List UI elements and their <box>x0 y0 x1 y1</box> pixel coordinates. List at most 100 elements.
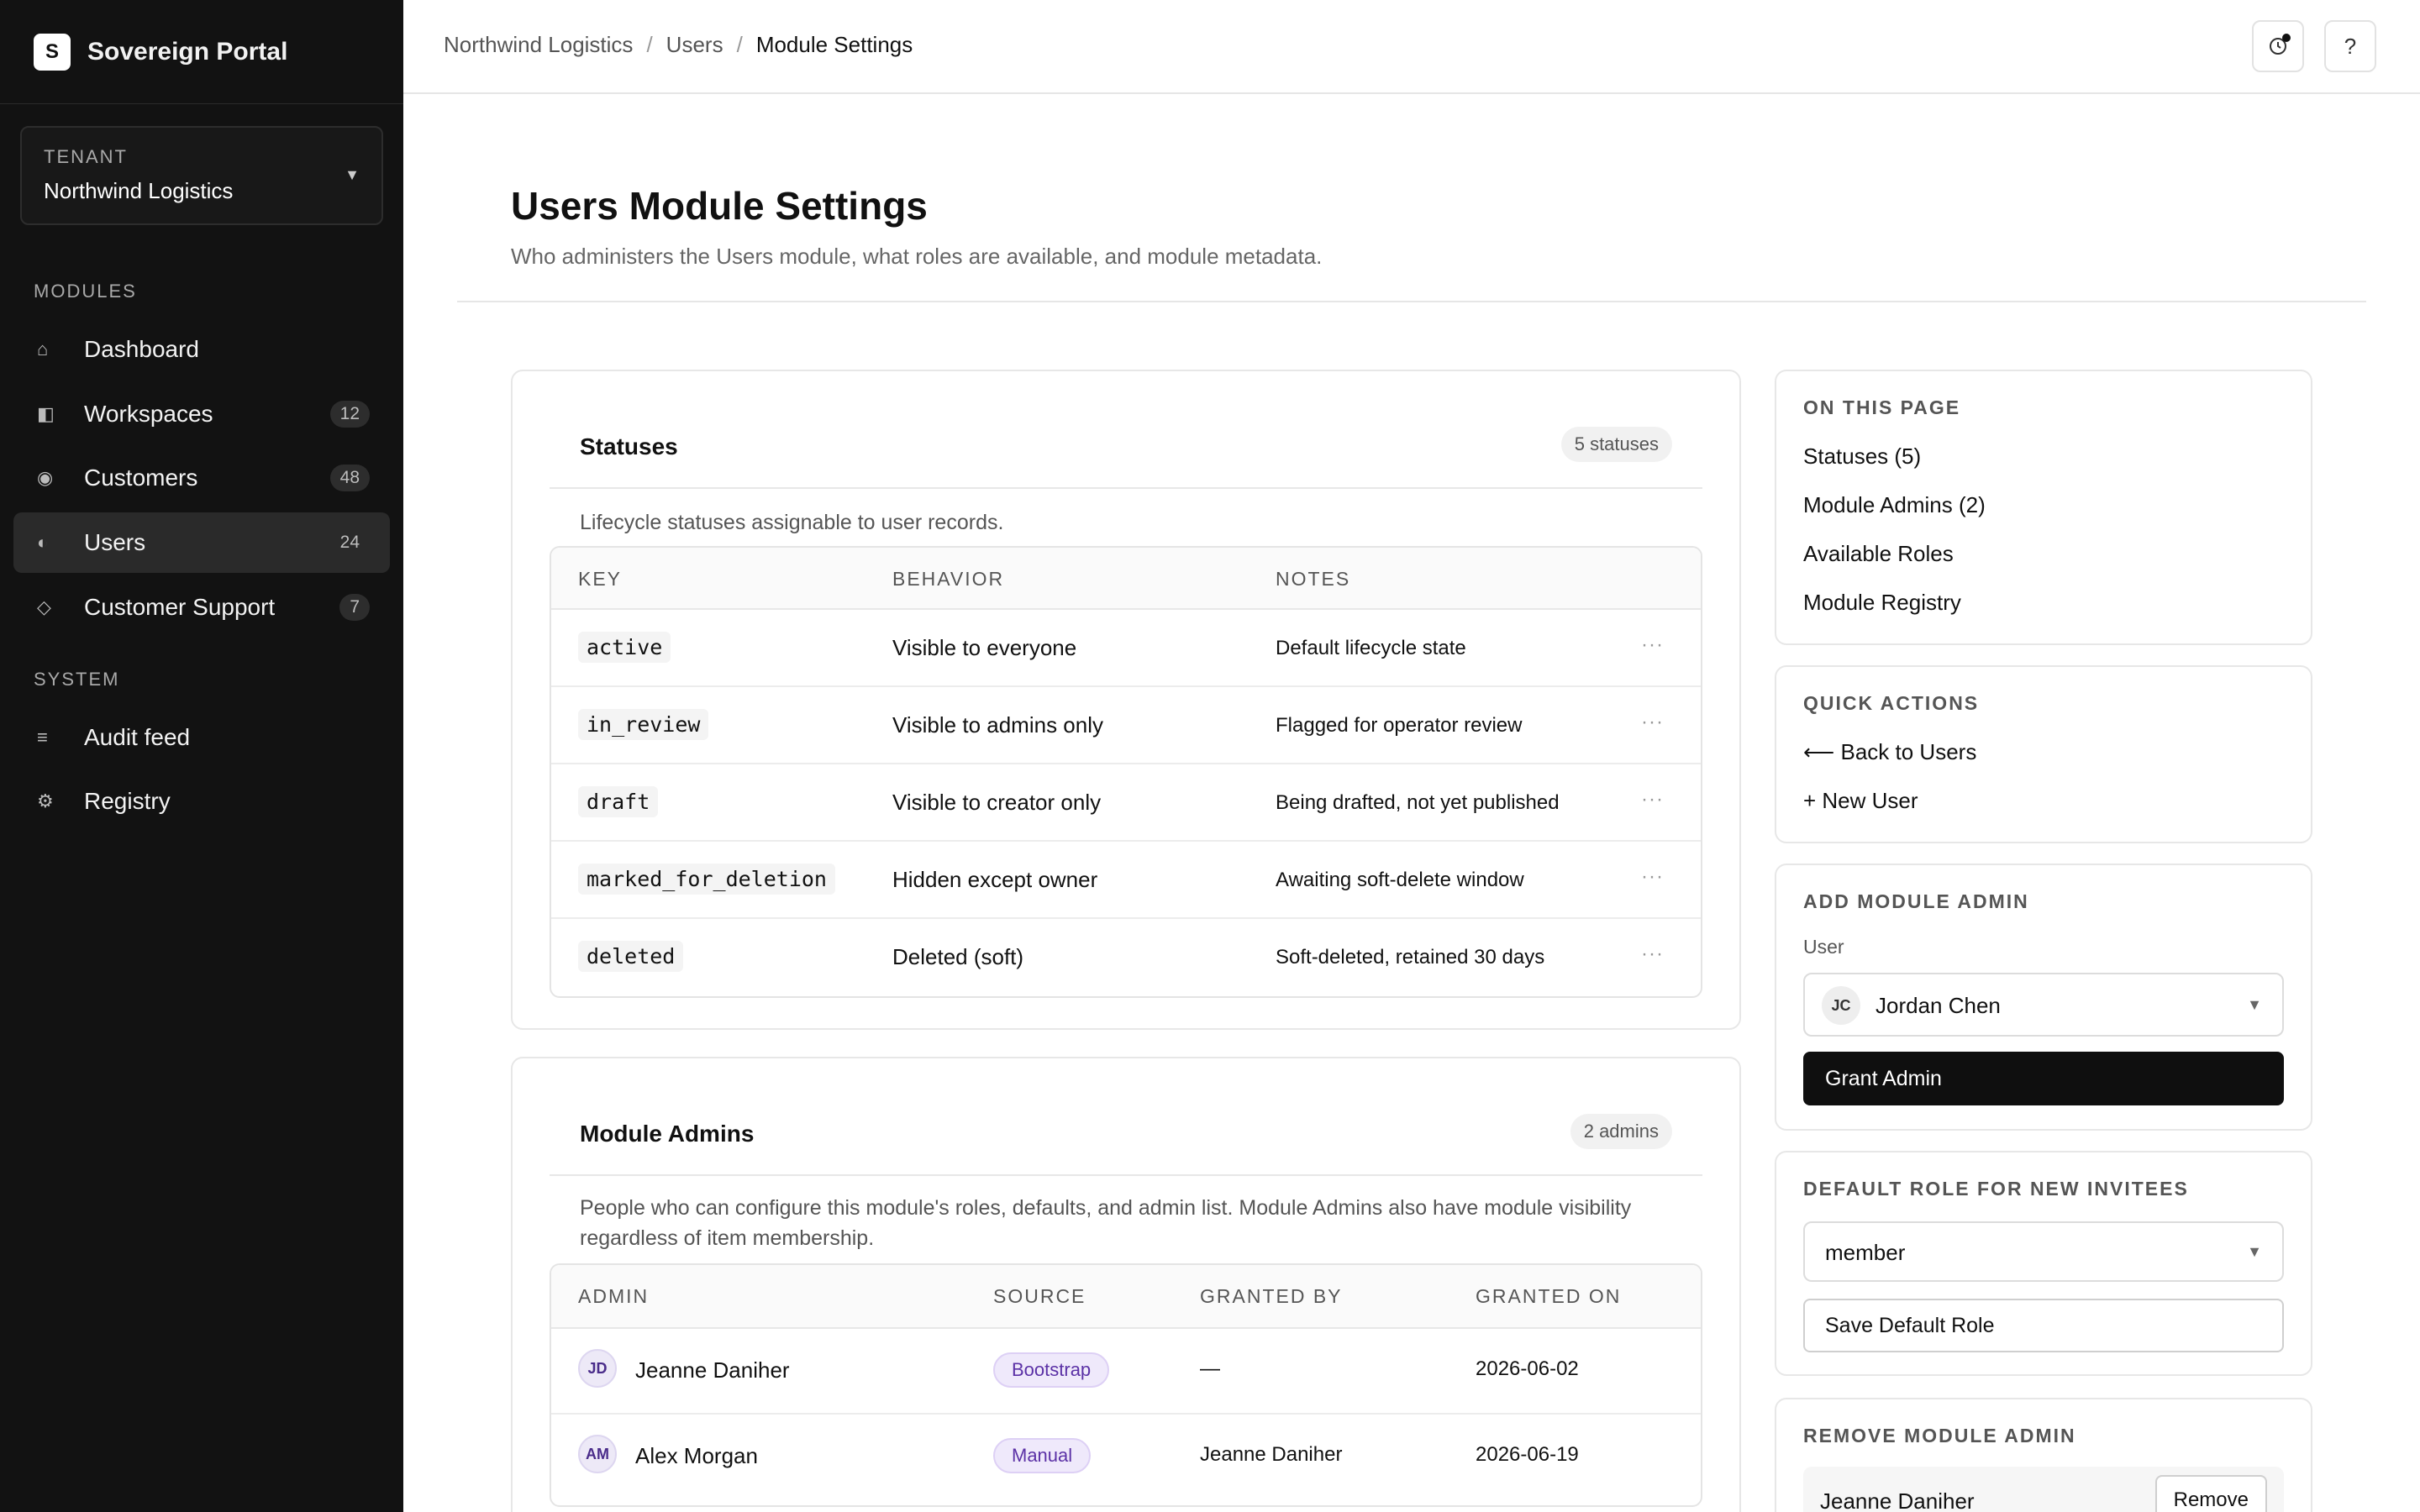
count-badge: 48 <box>329 465 370 491</box>
breadcrumb-item[interactable]: Users <box>666 32 723 58</box>
remove-module-admin-panel: REMOVE MODULE ADMIN Jeanne Daniher Remov… <box>1775 1398 2312 1512</box>
module-admins-card: Module Admins 2 admins People who can co… <box>511 1057 1741 1512</box>
sidebar-item-workspaces[interactable]: ◧ Workspaces 12 <box>13 384 390 444</box>
page-subtitle: Who administers the Users module, what r… <box>511 244 1323 269</box>
more-icon[interactable]: ··· <box>1641 633 1664 657</box>
more-icon[interactable]: ··· <box>1641 711 1664 734</box>
count-badge: 7 <box>339 594 370 621</box>
system-section-label: SYSTEM <box>34 669 120 690</box>
breadcrumb: Northwind Logistics / Users / Module Set… <box>444 32 913 58</box>
status-behavior: Deleted (soft) <box>892 944 1024 969</box>
divider <box>457 301 2366 302</box>
gear-icon: ⚙ <box>37 790 54 811</box>
table-header: KEY BEHAVIOR NOTES <box>551 548 1701 610</box>
sidebar-item-label: Customers <box>84 465 198 491</box>
tenant-label: TENANT <box>44 146 128 167</box>
toc-link-available-roles[interactable]: Available Roles <box>1803 541 1954 567</box>
more-icon[interactable]: ··· <box>1641 865 1664 889</box>
source-badge: Manual <box>993 1438 1092 1473</box>
tenant-value: Northwind Logistics <box>44 178 234 203</box>
sidebar: S Sovereign Portal TENANT Northwind Logi… <box>0 0 403 1512</box>
column-header: KEY <box>578 568 623 590</box>
sidebar-item-customers[interactable]: ◉ Customers 48 <box>13 448 390 508</box>
default-role-label: DEFAULT ROLE FOR NEW INVITEES <box>1803 1178 2189 1200</box>
breadcrumb-item[interactable]: Northwind Logistics <box>444 32 633 58</box>
sidebar-item-audit-feed[interactable]: ≡ Audit feed <box>13 707 390 768</box>
table-row[interactable]: JD Jeanne Daniher Bootstrap — 2026-06-02 <box>551 1329 1701 1415</box>
table-header: ADMIN SOURCE GRANTED BY GRANTED ON <box>551 1265 1701 1329</box>
chevron-down-icon: ▼ <box>2247 1243 2262 1260</box>
brand[interactable]: S Sovereign Portal <box>0 0 403 104</box>
count-badge: 12 <box>329 401 370 428</box>
grant-admin-button[interactable]: Grant Admin <box>1803 1052 2284 1105</box>
remove-button[interactable]: Remove <box>2154 1475 2267 1512</box>
new-user-link[interactable]: + New User <box>1803 788 1918 814</box>
selected-user: Jordan Chen <box>1876 993 2001 1018</box>
status-notes: Flagged for operator review <box>1276 714 1523 737</box>
column-header: BEHAVIOR <box>892 568 1005 590</box>
breadcrumb-current: Module Settings <box>755 32 913 57</box>
sidebar-item-registry[interactable]: ⚙ Registry <box>13 771 390 832</box>
user-select[interactable]: JC Jordan Chen ▼ <box>1803 973 2284 1037</box>
table-row[interactable]: in_review Visible to admins only Flagged… <box>551 687 1701 764</box>
save-default-role-button[interactable]: Save Default Role <box>1803 1299 2284 1352</box>
source-badge: Bootstrap <box>993 1352 1110 1388</box>
toc-link-module-registry[interactable]: Module Registry <box>1803 590 1961 616</box>
module-admins-description: People who can configure this module's r… <box>580 1196 1632 1250</box>
more-icon[interactable]: ··· <box>1641 788 1664 811</box>
status-key: deleted <box>578 941 684 972</box>
home-icon: ⌂ <box>37 339 49 360</box>
sidebar-item-dashboard[interactable]: ⌂ Dashboard <box>13 319 390 380</box>
workspace-icon: ◧ <box>37 403 55 424</box>
granted-on: 2026-06-02 <box>1476 1357 1579 1380</box>
user-field-label: User <box>1803 936 1844 958</box>
list-icon: ≡ <box>37 727 48 748</box>
avatar: AM <box>578 1435 617 1473</box>
table-row[interactable]: deleted Deleted (soft) Soft-deleted, ret… <box>551 919 1701 996</box>
chevron-down-icon: ▼ <box>345 166 360 183</box>
default-role-select[interactable]: member ▼ <box>1803 1221 2284 1282</box>
sidebar-item-users[interactable]: ◐ Users 24 <box>13 512 390 573</box>
app-name: Sovereign Portal <box>87 37 288 66</box>
granted-by: — <box>1200 1357 1220 1380</box>
sidebar-item-customer-support[interactable]: ◇ Customer Support 7 <box>13 577 390 638</box>
status-behavior: Visible to creator only <box>892 790 1102 815</box>
status-key: active <box>578 632 671 663</box>
admin-name: Jeanne Daniher <box>635 1357 790 1383</box>
status-notes: Default lifecycle state <box>1276 637 1466 659</box>
notification-dot <box>2282 34 2291 42</box>
status-notes: Awaiting soft-delete window <box>1276 869 1524 891</box>
statuses-card: Statuses 5 statuses Lifecycle statuses a… <box>511 370 1741 1030</box>
status-notes: Soft-deleted, retained 30 days <box>1276 946 1545 969</box>
more-icon[interactable]: ··· <box>1641 942 1664 966</box>
sidebar-item-label: Users <box>84 529 146 555</box>
sidebar-item-label: Workspaces <box>84 401 213 427</box>
add-module-admin-label: ADD MODULE ADMIN <box>1803 890 2029 912</box>
avatar: JD <box>578 1349 617 1388</box>
brand-logo: S <box>34 33 71 71</box>
admin-name: Alex Morgan <box>635 1443 758 1468</box>
table-row[interactable]: AM Alex Morgan Manual Jeanne Daniher 202… <box>551 1415 1701 1500</box>
table-row[interactable]: draft Visible to creator only Being draf… <box>551 764 1701 842</box>
history-button[interactable] <box>2252 20 2304 72</box>
admins-table: ADMIN SOURCE GRANTED BY GRANTED ON JD Je… <box>550 1263 1702 1507</box>
status-key: in_review <box>578 709 709 740</box>
page-title: Users Module Settings <box>511 184 928 228</box>
admin-count-badge: 2 admins <box>1570 1114 1672 1149</box>
module-admins-title: Module Admins <box>580 1121 755 1147</box>
users-icon: ◐ <box>37 532 49 553</box>
table-row[interactable]: active Visible to everyone Default lifec… <box>551 610 1701 687</box>
remove-module-admin-label: REMOVE MODULE ADMIN <box>1803 1425 2076 1446</box>
toc-link-statuses[interactable]: Statuses (5) <box>1803 444 1921 470</box>
back-to-users-link[interactable]: ⟵ Back to Users <box>1803 739 1976 765</box>
support-icon: ◇ <box>37 596 51 617</box>
status-key: draft <box>578 786 659 817</box>
toc-link-module-admins[interactable]: Module Admins (2) <box>1803 492 1986 518</box>
tenant-selector[interactable]: TENANT Northwind Logistics ▼ <box>20 126 383 225</box>
breadcrumb-separator: / <box>736 32 743 57</box>
sidebar-item-label: Customer Support <box>84 594 276 620</box>
help-button[interactable]: ? <box>2324 20 2376 72</box>
table-row[interactable]: marked_for_deletion Hidden except owner … <box>551 842 1701 919</box>
avatar: JC <box>1822 986 1860 1025</box>
column-header: GRANTED BY <box>1200 1285 1343 1307</box>
